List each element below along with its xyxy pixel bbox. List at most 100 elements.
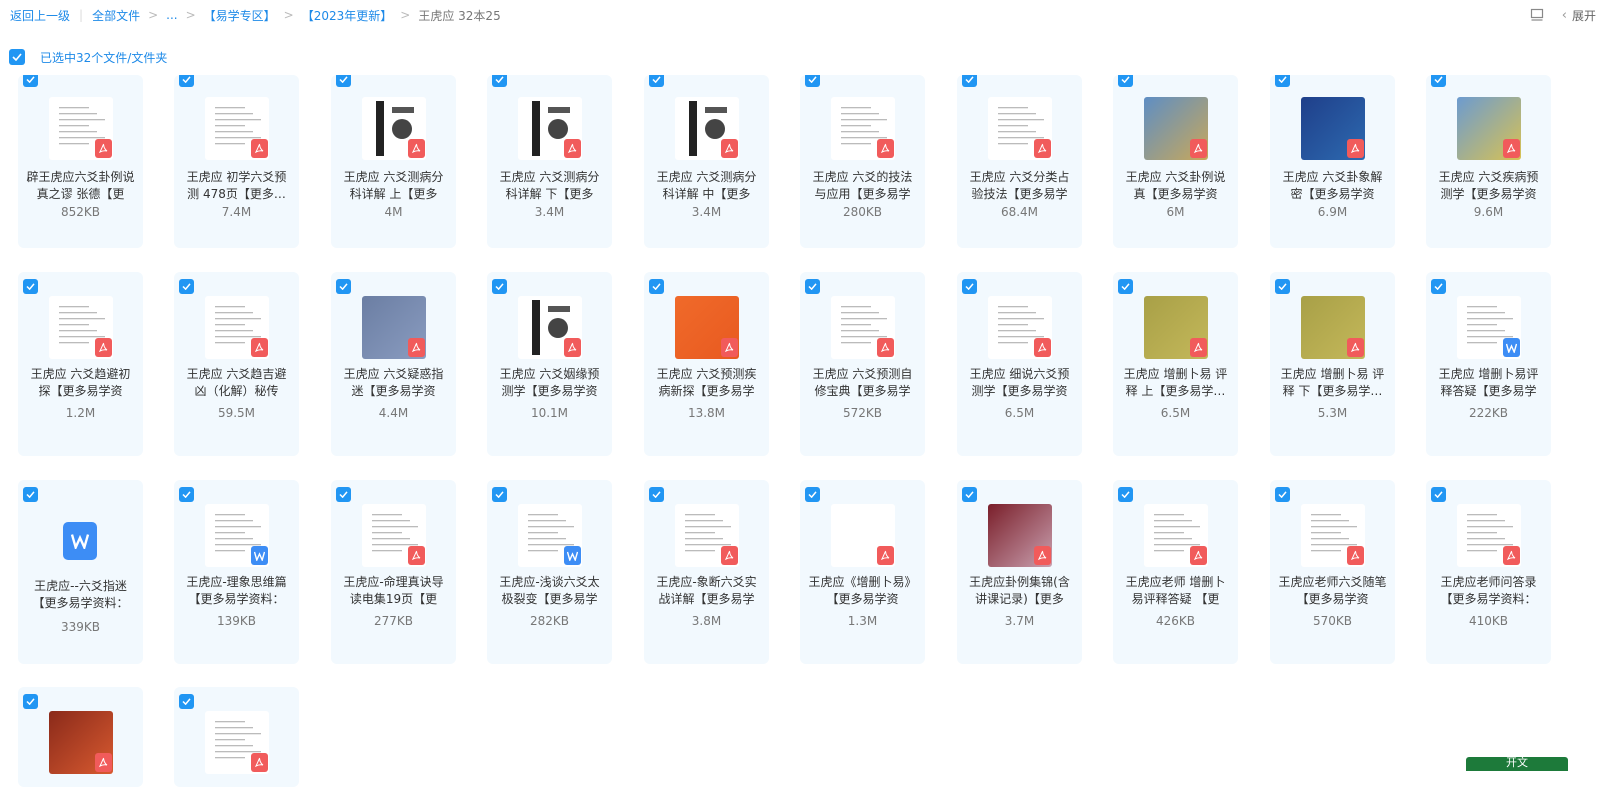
file-checkbox[interactable] — [1431, 75, 1446, 87]
file-checkbox[interactable] — [336, 487, 351, 502]
file-card[interactable]: 王虎应-象断六爻实战详解【更多易学 3.8M — [644, 480, 769, 664]
file-name[interactable]: 王虎应 细说六爻预测学【更多易学资 — [965, 366, 1074, 400]
file-card[interactable]: 王虎应 初学六爻预测 478页【更多… 7.4M — [174, 75, 299, 248]
file-name[interactable]: 王虎应 六爻卦象解密【更多易学资 — [1278, 169, 1387, 203]
file-card[interactable]: 王虎应 六爻的技法与应用【更多易学 280KB — [800, 75, 925, 248]
file-size: 3.4M — [534, 205, 565, 219]
file-name[interactable]: 王虎应 六爻测病分科详解 上【更多 — [339, 169, 448, 203]
file-name[interactable]: 王虎应 增删卜易 评释 上【更多易学… — [1121, 366, 1230, 400]
file-card[interactable]: 王虎应 细说六爻预测学【更多易学资 6.5M — [957, 272, 1082, 456]
file-card[interactable]: 王虎应 增删卜易 评释 下【更多易学… 5.3M — [1270, 272, 1395, 456]
file-checkbox[interactable] — [23, 694, 38, 709]
file-card[interactable]: 王虎应 六爻卦象解密【更多易学资 6.9M — [1270, 75, 1395, 248]
file-checkbox[interactable] — [492, 75, 507, 87]
file-name[interactable]: 王虎应--六爻指迷【更多易学资料： — [26, 578, 135, 612]
file-name[interactable]: 王虎应-浅谈六爻太极裂变【更多易学 — [495, 574, 604, 608]
file-checkbox[interactable] — [649, 75, 664, 87]
file-card[interactable]: 王虎应-浅谈六爻太极裂变【更多易学 282KB — [487, 480, 612, 664]
file-checkbox[interactable] — [1118, 279, 1133, 294]
file-card[interactable]: 王虎应《增删卜易》【更多易学资 1.3M — [800, 480, 925, 664]
file-name[interactable]: 王虎应 六爻趋避初探【更多易学资 — [26, 366, 135, 400]
file-checkbox[interactable] — [336, 279, 351, 294]
file-checkbox[interactable] — [179, 487, 194, 502]
file-card[interactable]: 王虎应--六爻指迷【更多易学资料： 339KB — [18, 480, 143, 664]
file-card[interactable]: 王虎应 六爻卦例说真【更多易学资 6M — [1113, 75, 1238, 248]
file-checkbox[interactable] — [962, 75, 977, 87]
file-checkbox[interactable] — [1275, 75, 1290, 87]
file-card[interactable]: 王虎应-命理真诀导读电集19页【更 277KB — [331, 480, 456, 664]
pdf-file-icon — [251, 139, 268, 158]
file-checkbox[interactable] — [1431, 279, 1446, 294]
file-checkbox[interactable] — [23, 487, 38, 502]
file-checkbox[interactable] — [1118, 75, 1133, 87]
file-card[interactable]: 王虎应 六爻疑惑指迷【更多易学资 4.4M — [331, 272, 456, 456]
file-name[interactable]: 王虎应 六爻疑惑指迷【更多易学资 — [339, 366, 448, 400]
file-card[interactable]: 王虎应 增删卜易 评释 上【更多易学… 6.5M — [1113, 272, 1238, 456]
file-card[interactable]: 王虎应老师问答录【更多易学资料： 410KB — [1426, 480, 1551, 664]
file-checkbox[interactable] — [805, 487, 820, 502]
file-checkbox[interactable] — [1431, 487, 1446, 502]
file-card[interactable] — [174, 687, 299, 787]
file-card[interactable] — [18, 687, 143, 787]
file-card[interactable]: 王虎应-理象思维篇【更多易学资料： 139KB — [174, 480, 299, 664]
file-name[interactable]: 王虎应老师 增删卜易评释答疑 【更 — [1121, 574, 1230, 608]
file-name[interactable]: 辟王虎应六爻卦例说真之谬 张德【更 — [26, 169, 135, 203]
file-checkbox[interactable] — [805, 75, 820, 87]
file-checkbox[interactable] — [23, 279, 38, 294]
file-card[interactable]: 王虎应 六爻预测疾病新探【更多易学 13.8M — [644, 272, 769, 456]
file-name[interactable]: 王虎应 六爻预测疾病新探【更多易学 — [652, 366, 761, 400]
file-checkbox[interactable] — [23, 75, 38, 87]
file-checkbox[interactable] — [492, 279, 507, 294]
file-name[interactable]: 王虎应-象断六爻实战详解【更多易学 — [652, 574, 761, 608]
file-checkbox[interactable] — [179, 694, 194, 709]
pdf-file-icon — [1034, 546, 1051, 565]
file-card[interactable]: 辟王虎应六爻卦例说真之谬 张德【更 852KB — [18, 75, 143, 248]
file-card[interactable]: 王虎应卦例集锦(含讲课记录)【更多 3.7M — [957, 480, 1082, 664]
file-card[interactable]: 王虎应 六爻分类占验技法【更多易学 68.4M — [957, 75, 1082, 248]
file-card[interactable]: 王虎应 六爻姻缘预测学【更多易学资 10.1M — [487, 272, 612, 456]
file-name[interactable]: 王虎应-命理真诀导读电集19页【更 — [339, 574, 448, 608]
file-card[interactable]: 王虎应 六爻预测自修宝典【更多易学 572KB — [800, 272, 925, 456]
file-name[interactable]: 王虎应 六爻分类占验技法【更多易学 — [965, 169, 1074, 203]
file-name[interactable]: 王虎应 六爻趋吉避凶（化解）秘传 — [182, 366, 291, 400]
file-name[interactable]: 王虎应 六爻姻缘预测学【更多易学资 — [495, 366, 604, 400]
file-checkbox[interactable] — [179, 75, 194, 87]
file-name[interactable]: 王虎应 六爻测病分科详解 中【更多 — [652, 169, 761, 203]
file-name[interactable]: 王虎应 增删卜易评释答疑【更多易学 — [1434, 366, 1543, 400]
file-checkbox[interactable] — [805, 279, 820, 294]
file-name[interactable]: 王虎应《增删卜易》【更多易学资 — [808, 574, 917, 608]
file-name[interactable]: 王虎应老师六爻随笔【更多易学资 — [1278, 574, 1387, 608]
file-checkbox[interactable] — [179, 279, 194, 294]
file-size: 4.4M — [378, 406, 409, 420]
file-name[interactable]: 王虎应 六爻的技法与应用【更多易学 — [808, 169, 917, 203]
file-checkbox[interactable] — [962, 487, 977, 502]
file-card[interactable]: 王虎应老师 增删卜易评释答疑 【更 426KB — [1113, 480, 1238, 664]
file-name[interactable]: 王虎应-理象思维篇【更多易学资料： — [182, 574, 291, 608]
file-name[interactable]: 王虎应 六爻卦例说真【更多易学资 — [1121, 169, 1230, 203]
file-card[interactable]: 王虎应 六爻测病分科详解 中【更多 3.4M — [644, 75, 769, 248]
file-card[interactable]: 王虎应 六爻趋避初探【更多易学资 1.2M — [18, 272, 143, 456]
file-checkbox[interactable] — [492, 487, 507, 502]
file-checkbox[interactable] — [336, 75, 351, 87]
open-button[interactable]: 开文 — [1466, 757, 1568, 771]
file-name[interactable]: 王虎应 六爻疾病预测学【更多易学资 — [1434, 169, 1543, 203]
file-checkbox[interactable] — [1275, 279, 1290, 294]
file-card[interactable]: 王虎应老师六爻随笔【更多易学资 570KB — [1270, 480, 1395, 664]
file-checkbox[interactable] — [649, 487, 664, 502]
file-name[interactable]: 王虎应 初学六爻预测 478页【更多… — [182, 169, 291, 203]
file-card[interactable]: 王虎应 六爻测病分科详解 下【更多 3.4M — [487, 75, 612, 248]
file-checkbox[interactable] — [1118, 487, 1133, 502]
file-checkbox[interactable] — [1275, 487, 1290, 502]
file-name[interactable]: 王虎应 增删卜易 评释 下【更多易学… — [1278, 366, 1387, 400]
file-name[interactable]: 王虎应 六爻测病分科详解 下【更多 — [495, 169, 604, 203]
file-name[interactable]: 王虎应老师问答录【更多易学资料： — [1434, 574, 1543, 608]
file-name[interactable]: 王虎应 六爻预测自修宝典【更多易学 — [808, 366, 917, 400]
file-checkbox[interactable] — [649, 279, 664, 294]
word-file-icon — [63, 522, 97, 560]
file-card[interactable]: 王虎应 六爻测病分科详解 上【更多 4M — [331, 75, 456, 248]
file-card[interactable]: 王虎应 增删卜易评释答疑【更多易学 222KB — [1426, 272, 1551, 456]
file-name[interactable]: 王虎应卦例集锦(含讲课记录)【更多 — [965, 574, 1074, 608]
file-card[interactable]: 王虎应 六爻趋吉避凶（化解）秘传 59.5M — [174, 272, 299, 456]
file-checkbox[interactable] — [962, 279, 977, 294]
file-card[interactable]: 王虎应 六爻疾病预测学【更多易学资 9.6M — [1426, 75, 1551, 248]
